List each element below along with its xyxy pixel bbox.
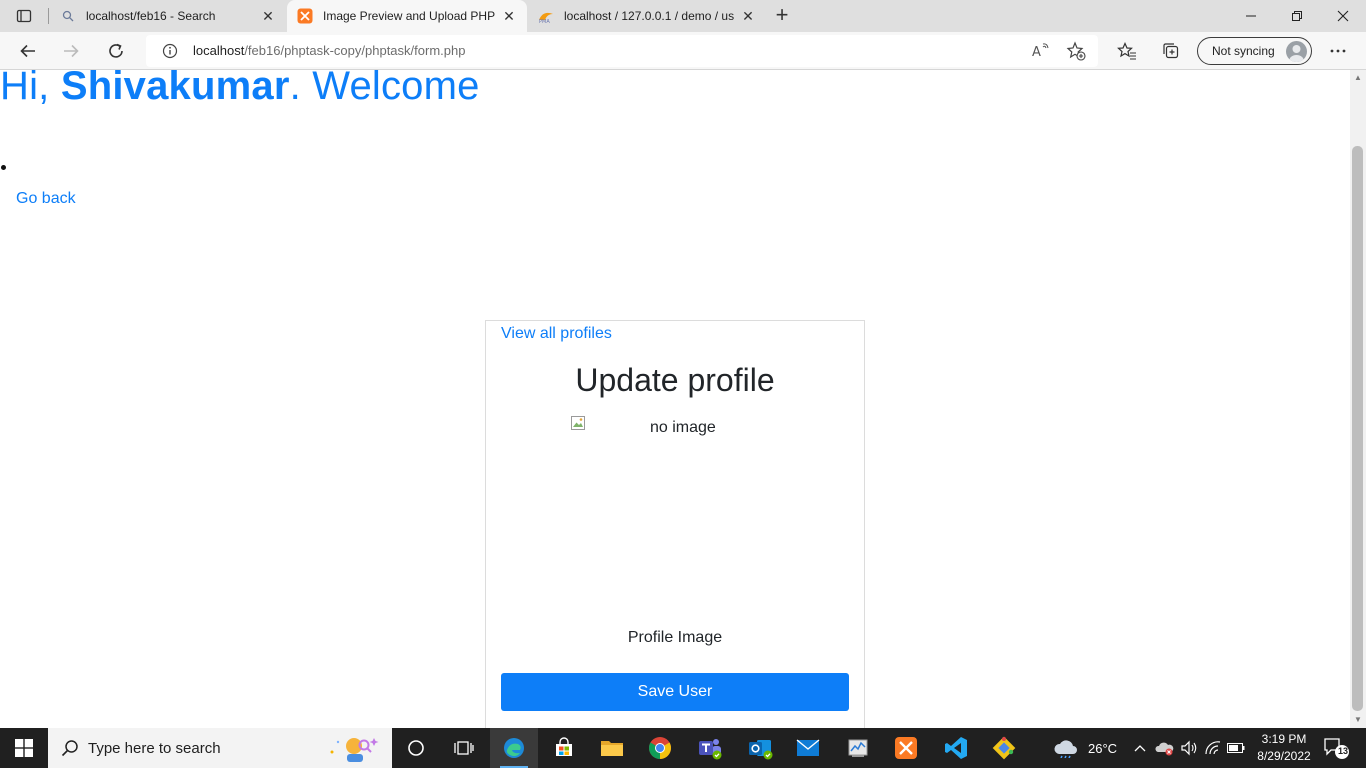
collections-icon[interactable] [1157, 37, 1185, 65]
page-content: Hi, Shivakumar. Welcome Go back View all… [0, 70, 1350, 728]
svg-text:PMA: PMA [539, 19, 550, 24]
chrome-icon[interactable] [636, 728, 684, 768]
edge-taskbar-icon[interactable] [490, 728, 538, 768]
go-back-link[interactable]: Go back [16, 190, 76, 208]
tab-title: Image Preview and Upload PHP [323, 9, 495, 23]
new-tab-button[interactable]: + [770, 4, 794, 28]
xampp-icon [297, 8, 313, 24]
git-tool-icon[interactable] [980, 728, 1028, 768]
weather-temperature[interactable]: 26°C [1088, 728, 1117, 768]
clock-time: 3:19 PM [1261, 732, 1307, 746]
notification-count: 13 [1337, 746, 1348, 756]
update-profile-card: View all profiles Update profile no imag… [485, 320, 865, 728]
svg-text:A: A [1032, 45, 1041, 60]
microsoft-store-icon[interactable] [540, 728, 588, 768]
task-manager-icon[interactable] [834, 728, 882, 768]
favorites-icon[interactable] [1113, 37, 1141, 65]
scrollbar-thumb[interactable] [1352, 146, 1363, 711]
tab-title: localhost / 127.0.0.1 / demo / us [564, 9, 734, 23]
mail-icon[interactable] [784, 728, 832, 768]
start-button[interactable] [0, 728, 48, 768]
search-highlight-icon [324, 734, 380, 762]
taskbar-search[interactable]: Type here to search [48, 728, 392, 768]
save-user-button[interactable]: Save User [501, 673, 849, 711]
url-text: localhost/feb16/phptask-copy/phptask/for… [193, 43, 466, 58]
avatar [1286, 41, 1307, 62]
minimize-button[interactable] [1228, 0, 1274, 32]
more-options-icon[interactable] [1324, 37, 1352, 65]
wifi-icon[interactable] [1202, 728, 1224, 768]
windows-logo-icon [15, 739, 33, 757]
vscode-icon[interactable] [932, 728, 980, 768]
tab-title: localhost/feb16 - Search [86, 9, 216, 23]
address-bar[interactable]: localhost/feb16/phptask-copy/phptask/for… [146, 35, 1098, 67]
close-tab-icon[interactable]: ✕ [501, 8, 517, 24]
restore-button[interactable] [1274, 0, 1320, 32]
list-bullet [1, 165, 6, 170]
notification-center-icon[interactable]: 13 [1322, 736, 1350, 760]
volume-icon[interactable] [1178, 728, 1200, 768]
windows-taskbar: Type here to search 26°C 3:19 PM 8/29/20… [0, 728, 1366, 768]
cortana-icon[interactable] [392, 728, 440, 768]
search-icon [60, 738, 80, 758]
refresh-button[interactable] [102, 37, 130, 65]
outlook-icon[interactable] [736, 728, 784, 768]
profile-image-preview[interactable]: no image [570, 415, 780, 615]
info-icon[interactable] [162, 43, 178, 59]
search-placeholder: Type here to search [88, 739, 221, 757]
teams-icon[interactable] [686, 728, 734, 768]
browser-toolbar: localhost/feb16/phptask-copy/phptask/for… [0, 32, 1366, 70]
back-button[interactable] [14, 37, 42, 65]
onedrive-icon[interactable] [1154, 728, 1176, 768]
xampp-taskbar-icon[interactable] [882, 728, 930, 768]
tab-strip: localhost/feb16 - Search ✕ Image Preview… [0, 0, 1366, 32]
broken-image-icon [570, 415, 586, 431]
tab-actions-icon[interactable] [6, 4, 42, 28]
forward-button[interactable] [57, 37, 85, 65]
image-alt-text: no image [650, 419, 716, 436]
username: Shivakumar [60, 70, 290, 108]
weather-icon[interactable] [1046, 728, 1086, 768]
close-tab-icon[interactable]: ✕ [260, 8, 276, 24]
scroll-up-icon[interactable]: ▲ [1353, 73, 1363, 83]
vertical-scrollbar[interactable]: ▲ ▼ [1350, 70, 1366, 728]
scroll-down-icon[interactable]: ▼ [1353, 715, 1363, 725]
tab-separator [48, 8, 49, 24]
close-window-button[interactable] [1320, 0, 1366, 32]
sync-status-label: Not syncing [1212, 44, 1275, 58]
view-all-profiles-link[interactable]: View all profiles [501, 325, 612, 343]
read-aloud-icon[interactable]: A [1030, 41, 1050, 61]
tab-search[interactable]: localhost/feb16 - Search ✕ [50, 0, 286, 32]
tab-phpmyadmin[interactable]: PMA localhost / 127.0.0.1 / demo / us ✕ [528, 0, 766, 32]
search-icon [60, 8, 76, 24]
show-hidden-icons-icon[interactable] [1130, 728, 1150, 768]
clock-date: 8/29/2022 [1257, 749, 1311, 763]
tab-image-preview[interactable]: Image Preview and Upload PHP ✕ [287, 0, 527, 32]
taskbar-clock[interactable]: 3:19 PM 8/29/2022 [1244, 731, 1324, 765]
profile-sync-button[interactable]: Not syncing [1197, 37, 1312, 65]
task-view-icon[interactable] [440, 728, 488, 768]
welcome-heading: Hi, Shivakumar. Welcome [0, 70, 480, 109]
add-favorite-icon[interactable] [1066, 41, 1086, 61]
file-explorer-icon[interactable] [588, 728, 636, 768]
phpmyadmin-icon: PMA [538, 8, 554, 24]
close-tab-icon[interactable]: ✕ [740, 8, 756, 24]
card-title: Update profile [575, 362, 775, 398]
profile-image-label: Profile Image [627, 629, 723, 646]
